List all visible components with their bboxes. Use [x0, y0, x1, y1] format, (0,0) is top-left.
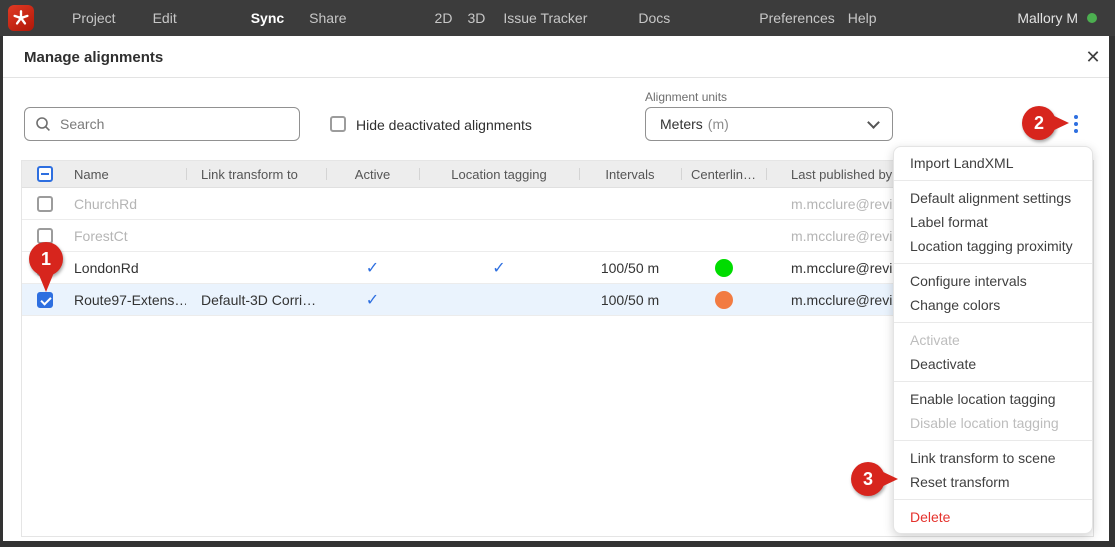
- menu-separator: [894, 440, 1092, 441]
- menu-item-docs[interactable]: Docs: [638, 10, 670, 26]
- cell-intervals: 100/50 m: [579, 252, 681, 283]
- centerline-color-dot-orange[interactable]: [715, 291, 733, 309]
- kebab-dot: [1074, 129, 1078, 133]
- user-menu[interactable]: Mallory M: [1017, 10, 1078, 26]
- alignments-context-menu: Import LandXML Default alignment setting…: [893, 146, 1093, 534]
- window-border-left: [0, 36, 3, 547]
- cell-location-tagging-check: ✓: [419, 252, 579, 283]
- menu-item-enable-location-tagging[interactable]: Enable location tagging: [894, 387, 1092, 411]
- callout-2-tail: [1050, 114, 1069, 132]
- menu-item-3d[interactable]: 3D: [467, 10, 485, 26]
- menu-item-label-format[interactable]: Label format: [894, 210, 1092, 234]
- column-header-name: Name: [66, 161, 186, 187]
- units-suffix: (m): [708, 116, 729, 132]
- menu-item-configure-intervals[interactable]: Configure intervals: [894, 269, 1092, 293]
- cell-intervals: 100/50 m: [579, 284, 681, 315]
- menu-item-import-landxml[interactable]: Import LandXML: [894, 151, 1092, 175]
- menu-item-deactivate[interactable]: Deactivate: [894, 352, 1092, 376]
- menu-item-edit[interactable]: Edit: [153, 10, 177, 26]
- cell-location-tagging-check: [419, 284, 579, 315]
- column-header-centerline: Centerlin…: [681, 161, 766, 187]
- window-border-right: [1109, 36, 1115, 547]
- menu-item-issue-tracker[interactable]: Issue Tracker: [503, 10, 587, 26]
- column-header-location-tagging: Location tagging: [419, 161, 579, 187]
- cell-intervals: [579, 220, 681, 251]
- hide-deactivated-checkbox[interactable]: [330, 116, 346, 132]
- centerline-color-dot-green[interactable]: [715, 259, 733, 277]
- menu-item-share[interactable]: Share: [309, 10, 346, 26]
- cell-active-check: ✓: [326, 252, 419, 283]
- menu-item-link-transform-to-scene[interactable]: Link transform to scene: [894, 446, 1092, 470]
- callout-3-tail: [879, 470, 898, 488]
- select-all-checkbox[interactable]: [37, 166, 53, 182]
- column-header-link-transform: Link transform to: [186, 161, 326, 187]
- cell-intervals: [579, 188, 681, 219]
- cell-link-transform: [186, 188, 326, 219]
- search-field: [24, 107, 300, 141]
- cell-link-transform: [186, 220, 326, 251]
- column-header-active: Active: [326, 161, 419, 187]
- cell-link-transform: Default-3D Corri…: [186, 284, 326, 315]
- more-options-button[interactable]: [1069, 110, 1083, 138]
- search-input[interactable]: [60, 116, 289, 132]
- callout-1-tail: [37, 270, 55, 292]
- menu-separator: [894, 381, 1092, 382]
- presence-dot-icon: [1087, 13, 1097, 23]
- cell-centerline: [681, 220, 766, 251]
- menu-item-2d[interactable]: 2D: [435, 10, 453, 26]
- cell-centerline: [681, 188, 766, 219]
- cell-active: [326, 188, 419, 219]
- hide-deactivated-label: Hide deactivated alignments: [356, 117, 532, 133]
- kebab-dot: [1074, 122, 1078, 126]
- menu-item-delete[interactable]: Delete: [894, 505, 1092, 529]
- revizto-logo-icon[interactable]: [8, 5, 34, 31]
- menu-item-sync[interactable]: Sync: [251, 10, 284, 26]
- cell-location-tagging: [419, 188, 579, 219]
- callout-3: 3: [851, 462, 885, 496]
- route97-row-checkbox[interactable]: [37, 292, 53, 308]
- menu-separator: [894, 499, 1092, 500]
- alignment-units-label: Alignment units: [645, 90, 727, 104]
- column-header-intervals: Intervals: [579, 161, 681, 187]
- menu-separator: [894, 322, 1092, 323]
- cell-link-transform: [186, 252, 326, 283]
- menu-item-activate: Activate: [894, 328, 1092, 352]
- dialog-title: Manage alignments: [24, 49, 163, 66]
- cell-name: Route97-Extens…: [66, 284, 186, 315]
- cell-name: ForestCt: [66, 220, 186, 251]
- close-icon[interactable]: ✕: [1082, 46, 1104, 68]
- search-icon: [35, 116, 51, 132]
- alignment-units-select[interactable]: Meters (m): [645, 107, 893, 141]
- callout-2: 2: [1022, 106, 1056, 140]
- cell-active: [326, 220, 419, 251]
- window-border-bottom: [0, 541, 1115, 547]
- menu-separator: [894, 180, 1092, 181]
- cell-active-check: ✓: [326, 284, 419, 315]
- row-checkbox[interactable]: [37, 196, 53, 212]
- menu-item-project[interactable]: Project: [72, 10, 116, 26]
- menu-separator: [894, 263, 1092, 264]
- dialog-header-divider: [3, 77, 1109, 78]
- menu-item-preferences[interactable]: Preferences: [759, 10, 834, 26]
- units-selected-value: Meters: [660, 116, 703, 132]
- chevron-down-icon: [867, 116, 880, 129]
- app-topbar: Project Edit Sync Share 2D 3D Issue Trac…: [0, 0, 1115, 36]
- menu-item-change-colors[interactable]: Change colors: [894, 293, 1092, 317]
- kebab-dot: [1074, 115, 1078, 119]
- cell-name: ChurchRd: [66, 188, 186, 219]
- reset-transform-menu-item[interactable]: Reset transform: [894, 470, 1092, 494]
- cell-name: LondonRd: [66, 252, 186, 283]
- menu-item-help[interactable]: Help: [848, 10, 877, 26]
- menu-item-location-tagging-proximity[interactable]: Location tagging proximity: [894, 234, 1092, 258]
- menu-item-default-alignment-settings[interactable]: Default alignment settings: [894, 186, 1092, 210]
- logo-asterisk-glyph: [11, 8, 31, 28]
- cell-location-tagging: [419, 220, 579, 251]
- callout-1: 1: [29, 242, 63, 276]
- menu-item-disable-location-tagging: Disable location tagging: [894, 411, 1092, 435]
